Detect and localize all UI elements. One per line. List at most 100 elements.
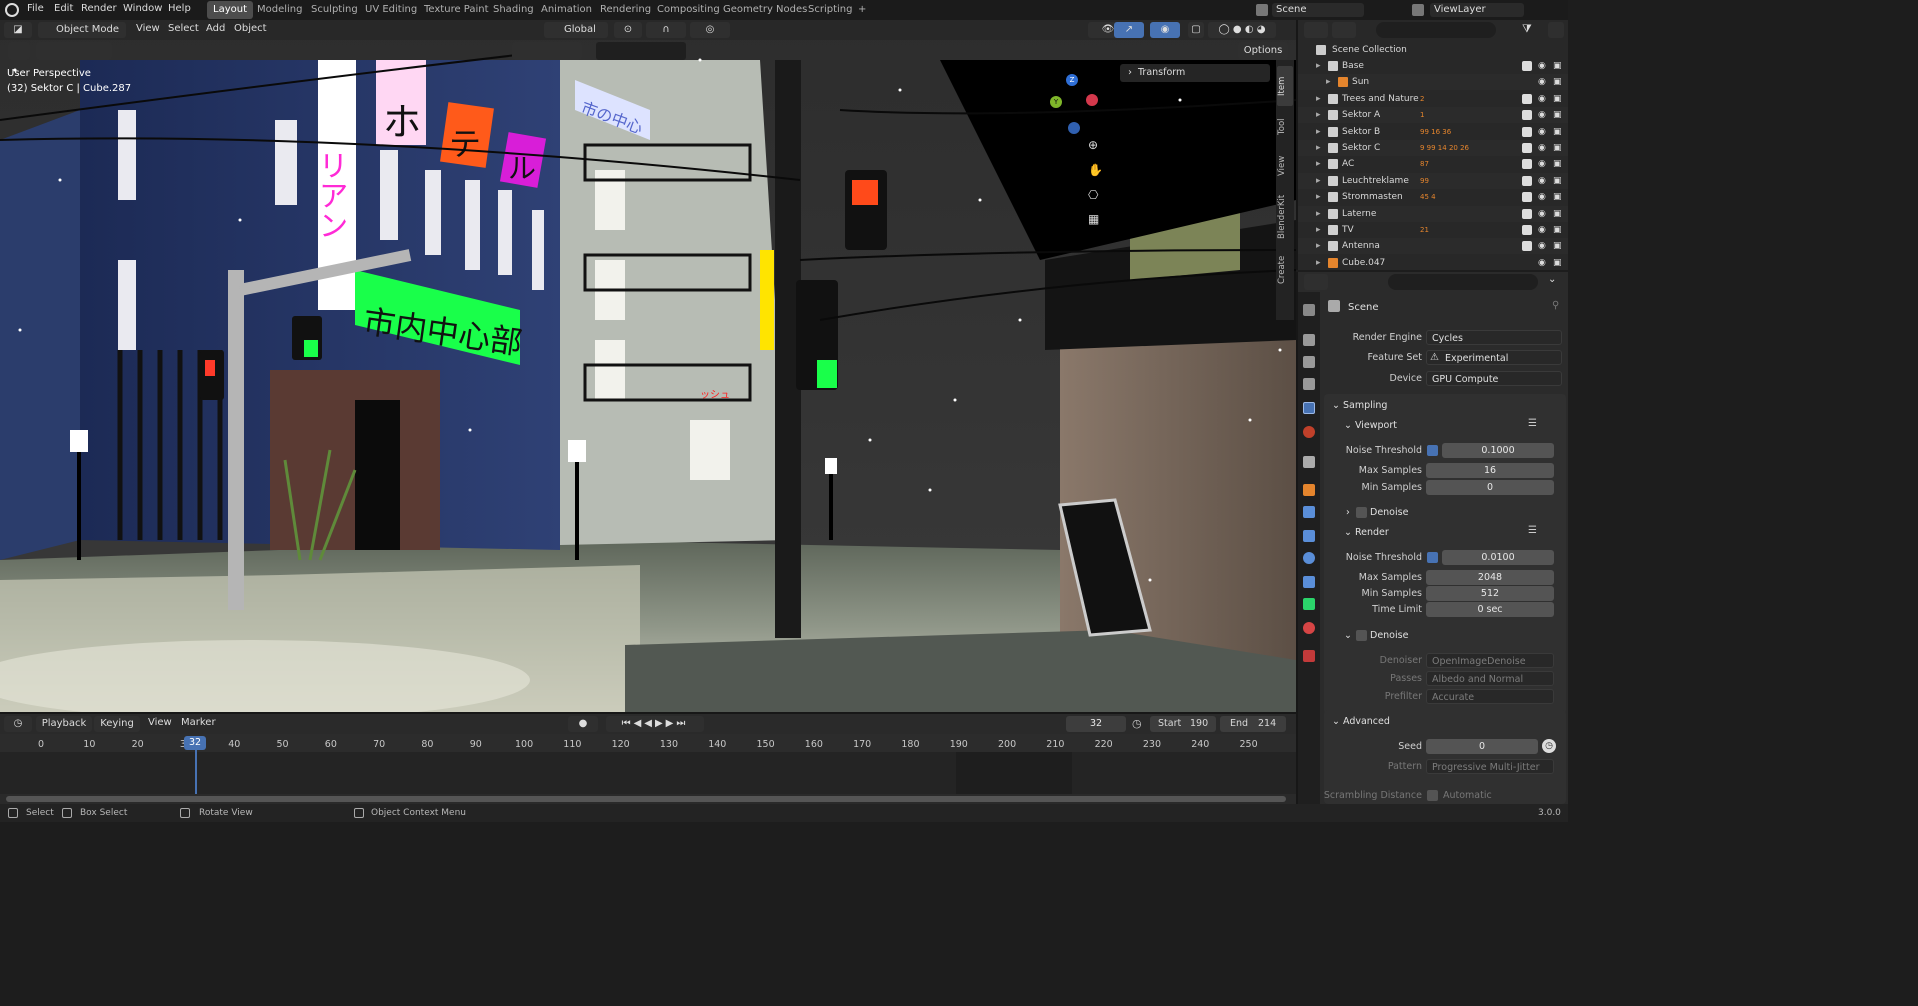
denoiser-dropdown[interactable]: OpenImageDenoise: [1426, 653, 1554, 668]
expand-arrow-icon[interactable]: ▸: [1316, 222, 1321, 238]
3d-viewport[interactable]: リアン ホ テ ル 市内中心部 市の中心 ッシュ ◪ Object Mode V…: [0, 20, 1296, 712]
outliner-row[interactable]: ▸ Sun ◉ ▣: [1298, 74, 1568, 91]
dropdown-icon[interactable]: ⌄: [1548, 274, 1564, 290]
expand-arrow-icon[interactable]: ▸: [1316, 107, 1321, 123]
outliner-row[interactable]: ▸ Base ◉ ▣: [1298, 58, 1568, 74]
camera-render-icon[interactable]: ▣: [1553, 91, 1562, 107]
data-tab-icon[interactable]: [1303, 598, 1315, 610]
exclude-checkbox[interactable]: [1522, 241, 1532, 252]
tab-sculpting[interactable]: Sculpting: [305, 1, 364, 19]
camera-render-icon[interactable]: ▣: [1553, 189, 1562, 205]
record-keyframe-icon[interactable]: ●: [568, 716, 598, 732]
expand-arrow-icon[interactable]: ▸: [1316, 91, 1321, 107]
gizmo-toggle-icon[interactable]: ↗: [1114, 22, 1144, 38]
camera-render-icon[interactable]: ▣: [1553, 58, 1562, 74]
collection-tab-icon[interactable]: [1303, 456, 1315, 468]
material-tab-icon[interactable]: [1303, 622, 1315, 634]
exclude-checkbox[interactable]: [1522, 208, 1532, 219]
exclude-checkbox[interactable]: [1522, 175, 1532, 186]
view-layer-field[interactable]: ViewLayer: [1430, 3, 1524, 17]
keying-menu[interactable]: Keying: [94, 716, 140, 732]
device-dropdown[interactable]: GPU Compute: [1426, 371, 1562, 386]
expand-arrow-icon[interactable]: ▸: [1316, 140, 1321, 156]
tab-shading[interactable]: Shading: [487, 1, 540, 19]
outliner-search-input[interactable]: [1376, 22, 1496, 38]
object-type-filter-icons[interactable]: [512, 42, 582, 60]
stopwatch-icon[interactable]: ◷: [1132, 717, 1142, 730]
camera-render-icon[interactable]: ▣: [1553, 255, 1562, 271]
tab-animation[interactable]: Animation: [535, 1, 598, 19]
feature-set-dropdown[interactable]: Experimental: [1426, 350, 1562, 365]
end-frame-field[interactable]: End 214: [1220, 716, 1286, 732]
exclude-checkbox[interactable]: [1522, 93, 1532, 104]
outliner-row[interactable]: ▸ Cube.047 ◉ ▣: [1298, 255, 1568, 271]
time-limit-field[interactable]: 0 sec: [1426, 602, 1554, 617]
eye-icon[interactable]: ◉: [1538, 107, 1546, 123]
zoom-icon[interactable]: ⊕: [1088, 138, 1104, 154]
camera-render-icon[interactable]: ▣: [1553, 238, 1562, 254]
scene-icon[interactable]: [1256, 4, 1268, 16]
tab-uv-editing[interactable]: UV Editing: [359, 1, 423, 19]
vp-menu-view[interactable]: View: [136, 23, 160, 34]
proportional-edit-icon[interactable]: ◎: [690, 22, 730, 38]
selection-mode-icons[interactable]: [36, 42, 112, 60]
presets-list-icon[interactable]: ☰: [1528, 418, 1537, 429]
outliner-row[interactable]: ▸ Leuchtreklame 99 ◉ ▣: [1298, 172, 1568, 189]
overlay-toggle-icon[interactable]: ◉: [1150, 22, 1180, 38]
exclude-checkbox[interactable]: [1522, 225, 1532, 235]
sampling-header[interactable]: ⌄ Sampling: [1332, 400, 1387, 411]
outliner-row-scene-collection[interactable]: Scene Collection: [1298, 42, 1568, 58]
outliner-row[interactable]: ▸ Strommasten 45 4 ◉ ▣: [1298, 189, 1568, 205]
particles-tab-icon[interactable]: [1303, 530, 1315, 542]
expand-arrow-icon[interactable]: ▸: [1316, 206, 1321, 222]
playback-controls[interactable]: ⏮◀◀▶▶⏭: [606, 716, 704, 732]
display-mode-icon[interactable]: [1332, 22, 1356, 38]
start-frame-field[interactable]: Start 190: [1150, 716, 1216, 732]
scene-field[interactable]: Scene: [1272, 3, 1364, 17]
tool-cursor-icon[interactable]: [8, 42, 30, 60]
eye-icon[interactable]: ◉: [1538, 58, 1546, 74]
vp-menu-add[interactable]: Add: [206, 23, 225, 34]
tab-layout[interactable]: Layout: [207, 1, 253, 19]
tab-compositing[interactable]: Compositing: [651, 1, 726, 19]
eye-icon[interactable]: ◉: [1538, 255, 1546, 271]
camera-render-icon[interactable]: ▣: [1553, 173, 1562, 189]
tab-modeling[interactable]: Modeling: [251, 1, 309, 19]
camera-render-icon[interactable]: ▣: [1553, 107, 1562, 123]
exclude-checkbox[interactable]: [1522, 110, 1532, 121]
sidebar-tab-tool[interactable]: Tool: [1277, 110, 1293, 144]
sidebar-tab-create[interactable]: Create: [1277, 250, 1293, 290]
exclude-checkbox[interactable]: [1522, 159, 1532, 170]
tool-tab-icon[interactable]: [1303, 304, 1315, 316]
vp-noise-threshold-field[interactable]: 0.1000: [1442, 443, 1554, 458]
shading-mode-icons[interactable]: ◯ ● ◐ ◕: [1208, 22, 1276, 38]
grid-toggle-icon[interactable]: ▦: [1088, 212, 1104, 228]
eye-icon[interactable]: ◉: [1538, 206, 1546, 222]
prefilter-dropdown[interactable]: Accurate: [1426, 689, 1554, 704]
menu-window[interactable]: Window: [123, 3, 162, 14]
eye-icon[interactable]: ◉: [1538, 189, 1546, 205]
add-workspace-button[interactable]: +: [852, 1, 872, 19]
expand-arrow-icon[interactable]: ▸: [1326, 74, 1331, 90]
r-denoise-header[interactable]: ⌄: [1344, 630, 1352, 641]
pan-hand-icon[interactable]: ✋: [1088, 163, 1104, 179]
render-subpanel-header[interactable]: ⌄ Render: [1344, 527, 1389, 538]
vp-max-samples-field[interactable]: 16: [1426, 463, 1554, 478]
menu-render[interactable]: Render: [81, 3, 117, 14]
expand-arrow-icon[interactable]: ▸: [1316, 238, 1321, 254]
world-tab-icon[interactable]: [1303, 426, 1315, 438]
exclude-checkbox[interactable]: [1522, 61, 1532, 71]
eye-icon[interactable]: ◉: [1538, 140, 1546, 156]
sidebar-tab-item[interactable]: Item: [1277, 66, 1293, 106]
editor-type-icon[interactable]: ◪: [4, 22, 32, 38]
texture-tab-icon[interactable]: [1303, 650, 1315, 662]
current-frame-field[interactable]: 32: [1066, 716, 1126, 732]
viewport-search-input[interactable]: [596, 42, 686, 60]
r-noise-threshold-field[interactable]: 0.0100: [1442, 550, 1554, 565]
camera-render-icon[interactable]: ▣: [1553, 156, 1562, 172]
tab-scripting[interactable]: Scripting: [802, 1, 858, 19]
outliner-row[interactable]: ▸ Sektor B 99 16 36 ◉ ▣: [1298, 124, 1568, 140]
playback-menu[interactable]: Playback: [36, 716, 92, 732]
menu-file[interactable]: File: [27, 3, 44, 14]
outliner-editor-type-icon[interactable]: [1304, 22, 1328, 38]
